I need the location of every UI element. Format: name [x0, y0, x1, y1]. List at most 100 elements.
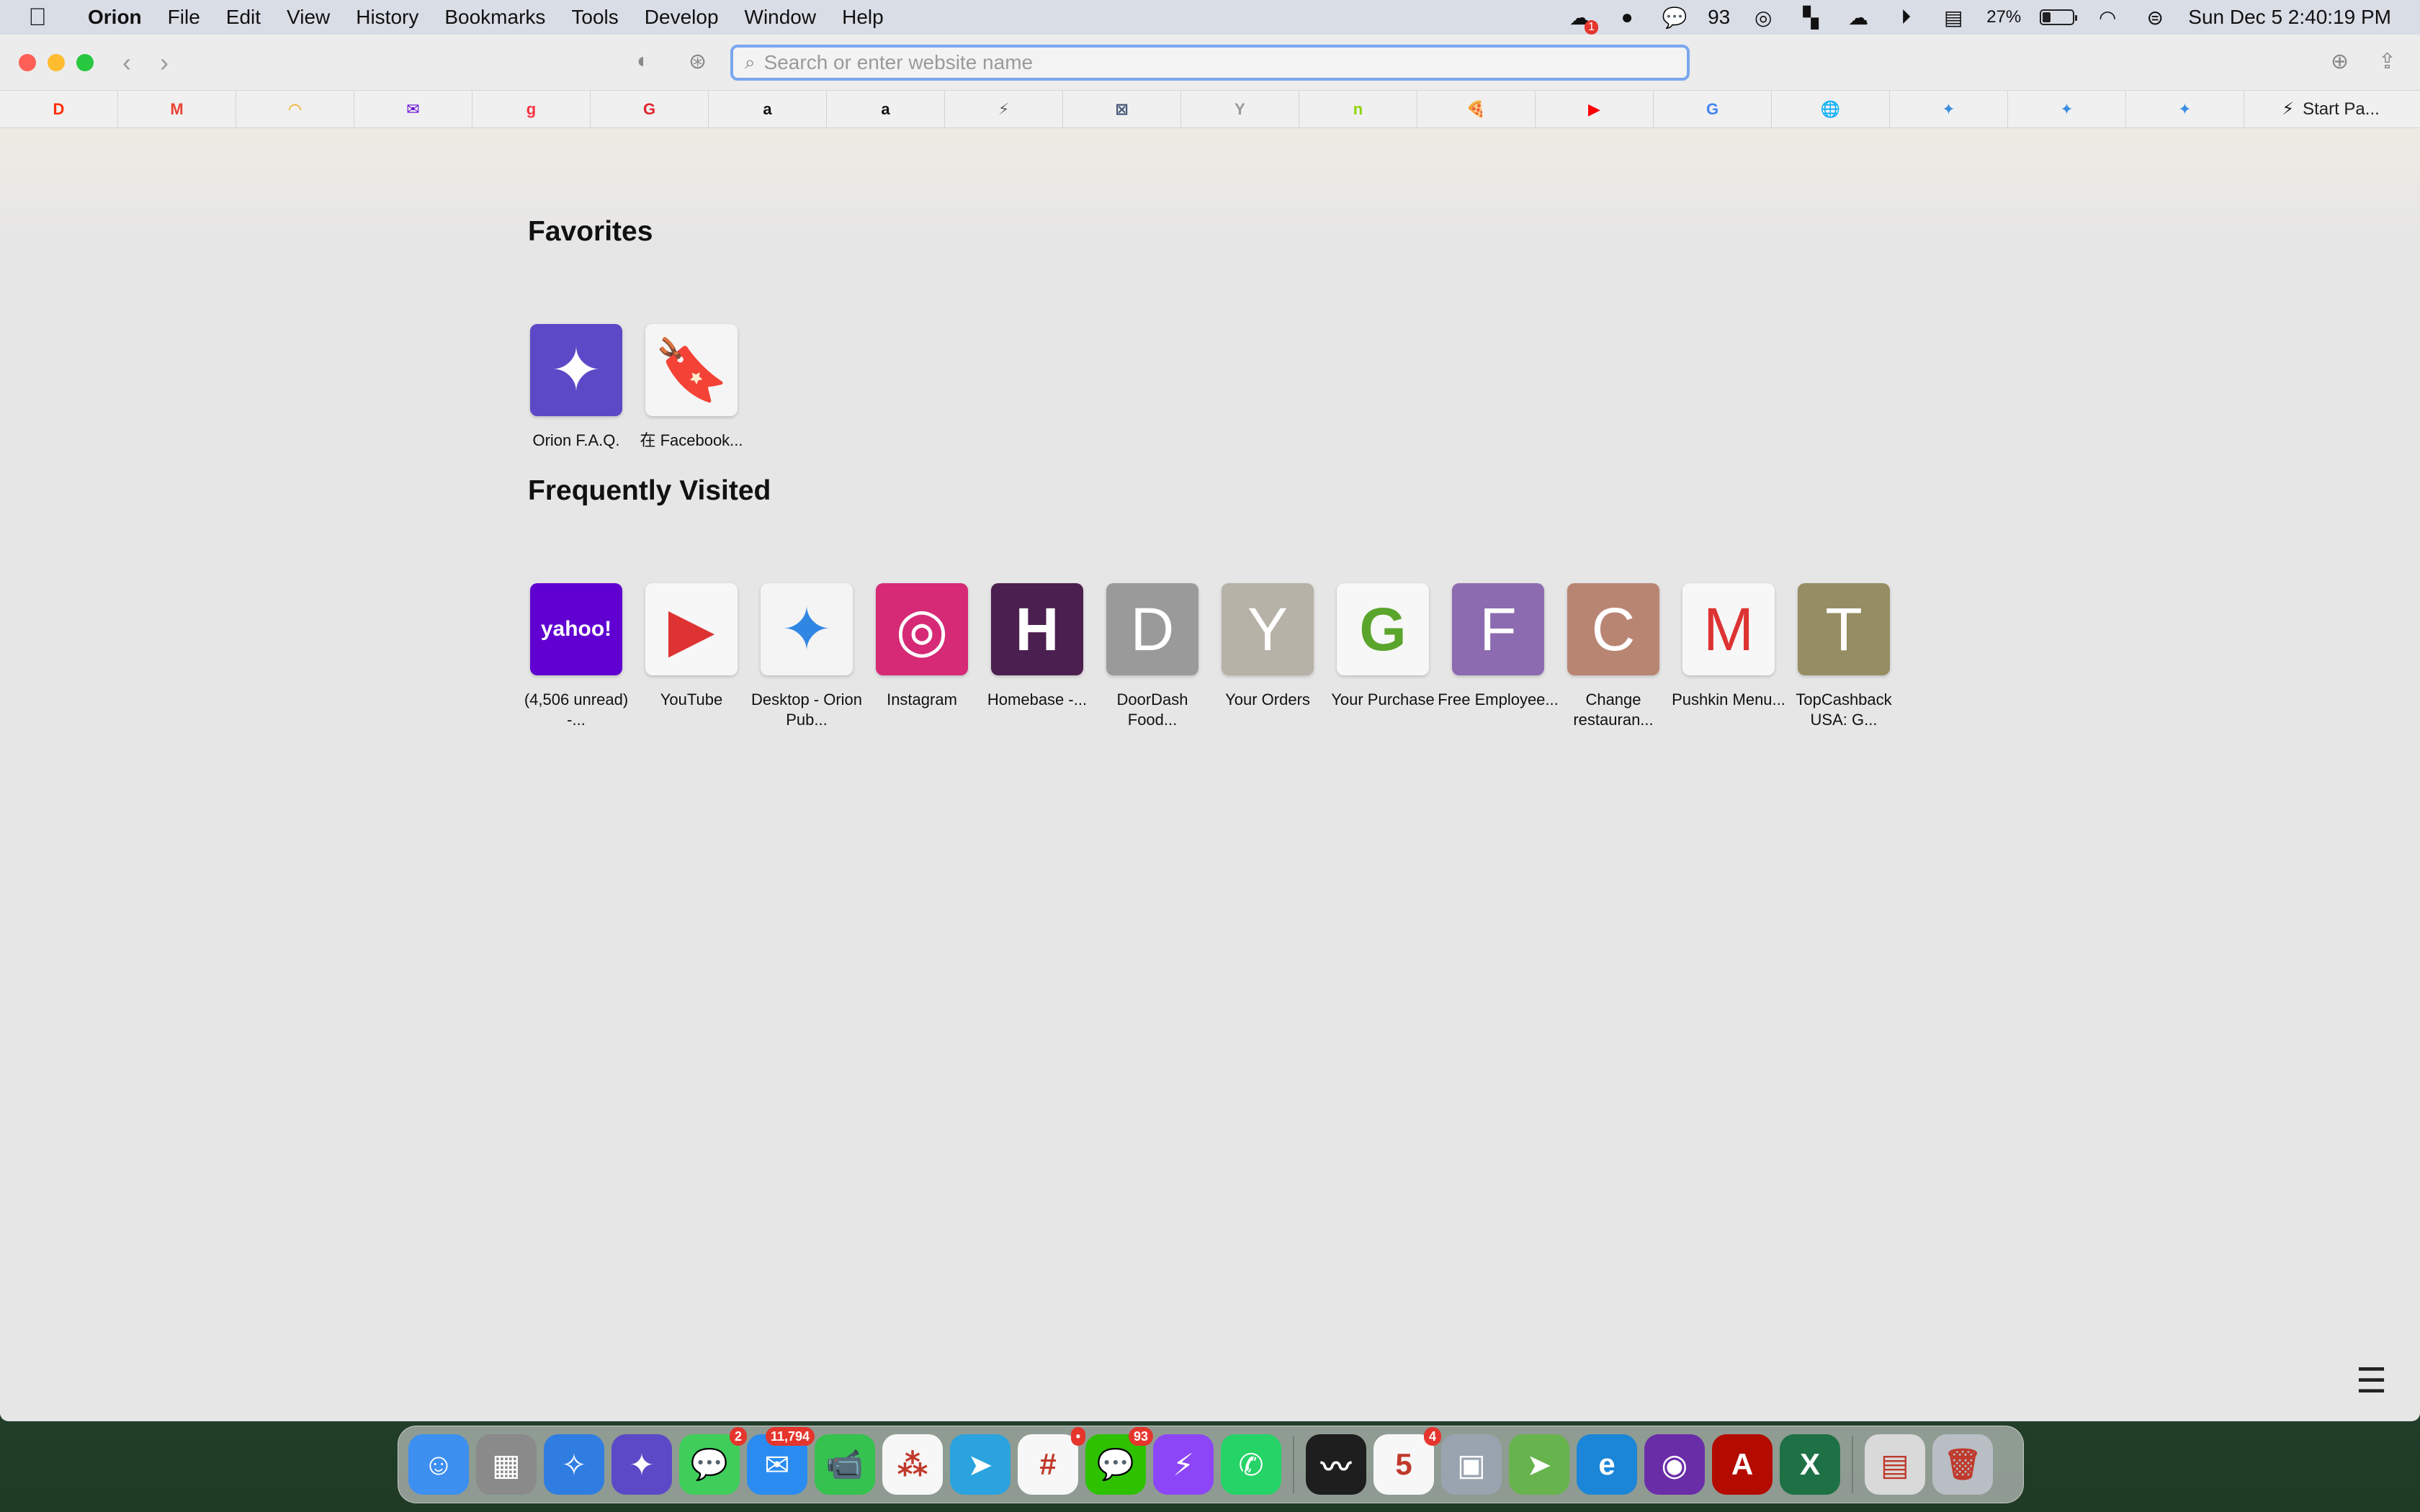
- close-window-button[interactable]: [19, 54, 36, 71]
- acrobat-icon[interactable]: A: [1712, 1434, 1773, 1495]
- telegram-icon[interactable]: ➤: [950, 1434, 1010, 1495]
- dock-app-glyph: ☺: [423, 1447, 454, 1481]
- url-input[interactable]: [763, 51, 1628, 74]
- apple-logo-icon[interactable]: : [0, 4, 75, 32]
- bookmark-item[interactable]: D: [0, 91, 118, 127]
- bookmark-item[interactable]: a: [709, 91, 827, 127]
- battery-percent: 27%: [1986, 7, 2022, 27]
- menu-file[interactable]: File: [155, 6, 213, 29]
- forward-button[interactable]: ›: [160, 48, 169, 78]
- bookmark-item[interactable]: ⚡: [945, 91, 1063, 127]
- bookmark-item[interactable]: G: [591, 91, 709, 127]
- status-area: ☁ 1 ● 💬 93 ◎ ▚ ☁ ⏵ ▤ 27% ◠ ⊜ Sun Dec 5 2:…: [1565, 0, 2420, 35]
- launchpad-icon[interactable]: ▦: [476, 1434, 537, 1495]
- dock-app-glyph: 5: [1395, 1447, 1412, 1481]
- menu-view[interactable]: View: [274, 6, 343, 29]
- back-button[interactable]: ‹: [122, 48, 131, 78]
- frequent-tile[interactable]: M Pushkin Menu...: [1672, 583, 1785, 710]
- frequent-tile[interactable]: H Homebase -...: [987, 583, 1087, 710]
- bookmark-item[interactable]: G: [1654, 91, 1772, 127]
- frequent-tile[interactable]: D DoorDash Food...: [1106, 583, 1199, 730]
- us-flag-icon[interactable]: ▤: [1939, 3, 1968, 32]
- extensions-icon[interactable]: ⊛: [689, 49, 707, 74]
- frequent-tile[interactable]: ✦ Desktop - Orion Pub...: [751, 583, 862, 730]
- bookmark-item[interactable]: ✦: [1890, 91, 2008, 127]
- menu-help[interactable]: Help: [829, 6, 897, 29]
- whatsapp-icon[interactable]: ✆: [1221, 1434, 1281, 1495]
- csv-file-icon[interactable]: ▤: [1865, 1434, 1925, 1495]
- wifi-icon[interactable]: ◠: [2093, 3, 2122, 32]
- bookmark-item[interactable]: 🍕: [1417, 91, 1536, 127]
- asana-icon[interactable]: ⁂: [882, 1434, 943, 1495]
- dock-separator: [1852, 1436, 1853, 1493]
- battery-icon[interactable]: [2040, 9, 2078, 25]
- frequent-tile[interactable]: T TopCashback USA: G...: [1796, 583, 1892, 730]
- menu-edit[interactable]: Edit: [213, 6, 274, 29]
- preview-icon[interactable]: ▣: [1441, 1434, 1502, 1495]
- menu-orion[interactable]: Orion: [75, 6, 155, 29]
- edge-icon[interactable]: e: [1577, 1434, 1637, 1495]
- bookmark-item[interactable]: a: [827, 91, 945, 127]
- minimize-window-button[interactable]: [48, 54, 65, 71]
- facetime-icon[interactable]: 📹: [815, 1434, 875, 1495]
- trash-icon[interactable]: 🗑: [1932, 1434, 1993, 1495]
- messenger-icon[interactable]: ⚡: [1153, 1434, 1214, 1495]
- orion-icon[interactable]: ✦: [611, 1434, 672, 1495]
- bookmark-item[interactable]: Y: [1181, 91, 1299, 127]
- slack-icon[interactable]: # •: [1018, 1427, 1085, 1495]
- layout-icon[interactable]: ▚: [1796, 3, 1825, 32]
- zoom-window-button[interactable]: [76, 54, 94, 71]
- downloads-icon[interactable]: ⊕: [2331, 49, 2349, 74]
- bookmark-item[interactable]: n: [1299, 91, 1417, 127]
- mail-icon[interactable]: ✉ 11,794: [747, 1427, 815, 1495]
- play-icon[interactable]: ⏵: [1891, 3, 1920, 32]
- messages-icon[interactable]: 💬 2: [679, 1427, 747, 1495]
- customize-settings-icon[interactable]: ☰: [2356, 1361, 2387, 1401]
- favorite-tile[interactable]: 🔖 在 Facebook...: [640, 324, 743, 451]
- vpn-icon[interactable]: ◉: [1644, 1434, 1705, 1495]
- globe-icon: 🌐: [1820, 99, 1841, 118]
- frequent-tile[interactable]: ◎ Instagram: [875, 583, 969, 710]
- dock-app-glyph: A: [1731, 1447, 1754, 1481]
- menu-tools[interactable]: Tools: [558, 6, 631, 29]
- frequent-tile[interactable]: C Change restauran...: [1567, 583, 1660, 730]
- menu-history[interactable]: History: [343, 6, 431, 29]
- bookmark-item[interactable]: ⊠: [1063, 91, 1181, 127]
- safari-icon[interactable]: ✧: [544, 1434, 604, 1495]
- creative-cloud-status-icon[interactable]: ☁ 1: [1565, 3, 1599, 35]
- maps-icon[interactable]: ➤: [1509, 1434, 1569, 1495]
- excel-icon[interactable]: X: [1780, 1434, 1840, 1495]
- frequent-tile[interactable]: G Your Purchase: [1331, 583, 1435, 710]
- menu-window[interactable]: Window: [732, 6, 830, 29]
- bookmark-item[interactable]: ✉: [354, 91, 472, 127]
- menu-bookmarks[interactable]: Bookmarks: [431, 6, 558, 29]
- menu-develop[interactable]: Develop: [632, 6, 732, 29]
- chat-bubble-status-icon[interactable]: ●: [1613, 3, 1641, 32]
- address-bar[interactable]: ⌕: [730, 45, 1690, 81]
- frequent-tile[interactable]: yahoo! (4,506 unread) -...: [524, 583, 628, 730]
- frequent-tile[interactable]: Y Your Orders: [1221, 583, 1314, 710]
- clock[interactable]: Sun Dec 5 2:40:19 PM: [2188, 6, 2391, 29]
- wechat-icon[interactable]: 💬 93: [1085, 1427, 1153, 1495]
- bookmark-item[interactable]: M: [118, 91, 236, 127]
- finder-icon[interactable]: ☺: [408, 1434, 469, 1495]
- onedrive-icon[interactable]: ☁: [1844, 3, 1873, 32]
- favorite-tile[interactable]: ✦ Orion F.A.Q.: [529, 324, 623, 451]
- dock-badge: •: [1070, 1427, 1085, 1446]
- bookmark-start-page[interactable]: ⚡ Start Pa...: [2244, 91, 2417, 127]
- shield-icon[interactable]: ◐: [637, 49, 650, 73]
- wechat-status-icon[interactable]: 💬: [1660, 3, 1689, 32]
- bookmark-item[interactable]: ✦: [2008, 91, 2126, 127]
- frequent-tile[interactable]: F Free Employee...: [1438, 583, 1559, 710]
- bookmark-item[interactable]: g: [472, 91, 591, 127]
- share-icon[interactable]: ⇪: [2378, 49, 2396, 74]
- bookmark-item[interactable]: ◠: [236, 91, 354, 127]
- control-center-icon[interactable]: ⊜: [2141, 3, 2169, 32]
- bookmark-item[interactable]: ▶: [1536, 91, 1654, 127]
- creative-cloud-icon[interactable]: ◎: [1749, 3, 1778, 32]
- activity-monitor-icon[interactable]: 〰: [1306, 1434, 1366, 1495]
- bookmark-item[interactable]: 🌐: [1772, 91, 1890, 127]
- calendar-icon[interactable]: 54: [1373, 1427, 1441, 1495]
- bookmark-item[interactable]: ✦: [2126, 91, 2244, 127]
- frequent-tile[interactable]: ▶ YouTube: [645, 583, 738, 710]
